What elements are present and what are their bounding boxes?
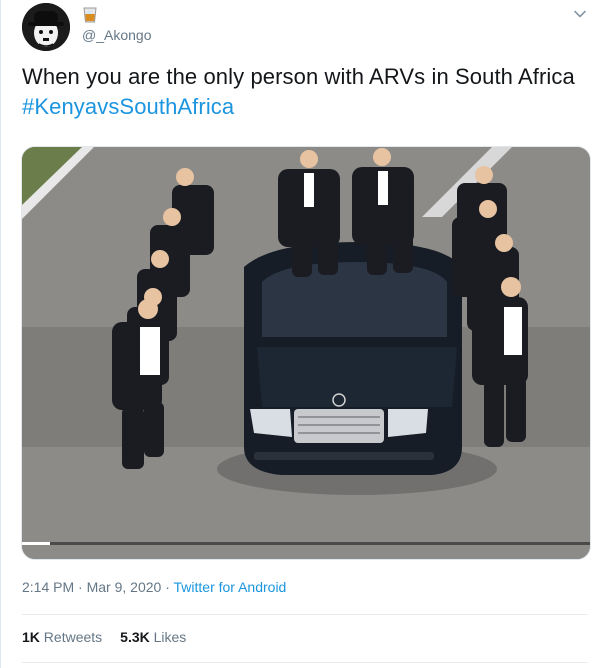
tweet-source-link[interactable]: Twitter for Android [174,579,287,595]
likes-label: Likes [153,629,187,645]
author-handle[interactable]: @_Akongo [82,27,151,43]
divider [22,662,588,663]
retweets-stat[interactable]: 1K Retweets [22,629,102,645]
retweets-label: Retweets [43,629,103,645]
hashtag-link[interactable]: #KenyavsSouthAfrica [22,94,234,119]
tweet-body: When you are the only person with ARVs i… [22,64,575,89]
video-progress-bar[interactable] [22,542,590,545]
meta-separator: · [74,579,87,595]
tweet-video[interactable] [21,146,591,560]
video-progress-fill [22,542,51,545]
chevron-down-icon[interactable] [572,6,588,22]
tweet-time[interactable]: 2:14 PM [22,579,74,595]
tweet-text: When you are the only person with ARVs i… [22,62,582,122]
chaplin-avatar-icon [22,3,70,51]
tweet-card: @_Akongo When you are the only person wi… [0,0,612,668]
likes-stat[interactable]: 5.3K Likes [120,629,186,645]
tweet-metadata: 2:14 PM · Mar 9, 2020 · Twitter for Andr… [22,579,286,595]
timeline-border [0,0,1,668]
divider [22,614,588,615]
video-frame [22,147,590,559]
meta-separator: · [161,579,174,595]
likes-count: 5.3K [120,629,150,645]
whisky-glass-emoji-icon [83,7,97,23]
tweet-date[interactable]: Mar 9, 2020 [87,579,162,595]
tweet-stats: 1K Retweets 5.3K Likes [22,629,186,645]
retweets-count: 1K [22,629,40,645]
avatar[interactable] [22,3,70,51]
